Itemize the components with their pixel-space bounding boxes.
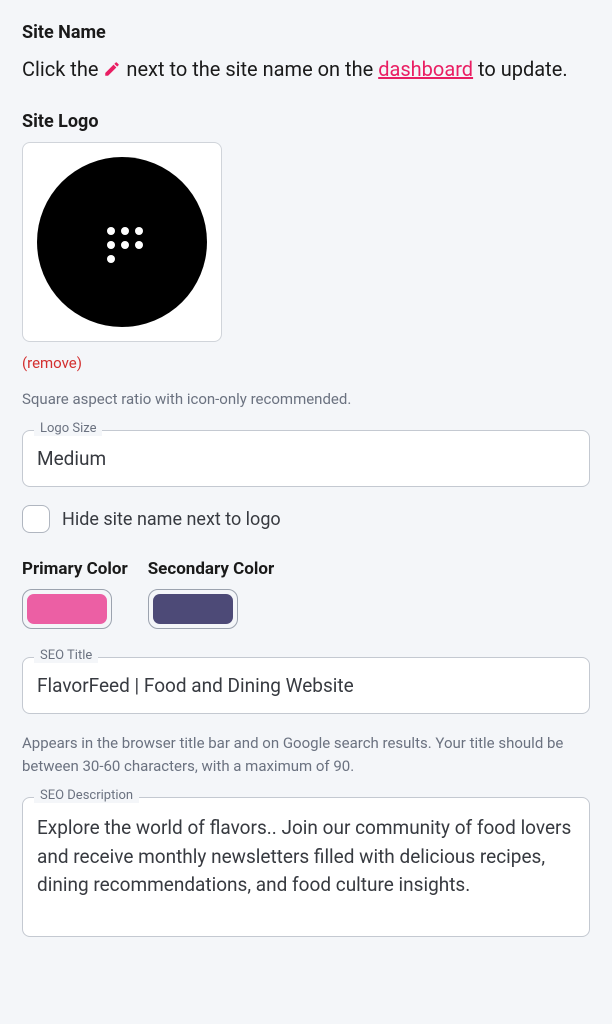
hide-name-row: Hide site name next to logo xyxy=(22,505,590,533)
primary-color-swatch xyxy=(27,594,107,624)
seo-desc-field: SEO Description Explore the world of fla… xyxy=(22,797,590,937)
hide-name-checkbox[interactable] xyxy=(22,505,50,533)
primary-color-label: Primary Color xyxy=(22,559,128,579)
pencil-icon xyxy=(103,55,121,87)
logo-size-label: Logo Size xyxy=(34,421,102,436)
site-name-label: Site Name xyxy=(22,22,590,43)
primary-color-col: Primary Color xyxy=(22,559,128,629)
hide-name-label: Hide site name next to logo xyxy=(62,509,281,530)
secondary-color-swatch xyxy=(153,594,233,624)
secondary-color-label: Secondary Color xyxy=(148,559,275,579)
site-name-help: Click the next to the site name on the d… xyxy=(22,53,590,87)
help-prefix: Click the xyxy=(22,57,103,81)
seo-desc-input[interactable]: Explore the world of flavors.. Join our … xyxy=(22,797,590,937)
logo-help-text: Square aspect ratio with icon-only recom… xyxy=(22,388,590,411)
logo-preview[interactable] xyxy=(22,142,222,342)
seo-title-field: SEO Title xyxy=(22,657,590,714)
seo-title-label: SEO Title xyxy=(34,648,98,663)
primary-color-picker[interactable] xyxy=(22,589,112,629)
seo-desc-label: SEO Description xyxy=(34,788,139,803)
help-suffix: to update. xyxy=(478,57,568,81)
logo-size-select[interactable]: Medium xyxy=(22,430,590,487)
secondary-color-col: Secondary Color xyxy=(148,559,275,629)
logo-image xyxy=(37,157,207,327)
seo-title-help: Appears in the browser title bar and on … xyxy=(22,732,590,777)
seo-title-input[interactable] xyxy=(22,657,590,714)
remove-logo-link[interactable]: (remove) xyxy=(22,354,590,372)
secondary-color-picker[interactable] xyxy=(148,589,238,629)
site-logo-label: Site Logo xyxy=(22,111,590,132)
dashboard-link[interactable]: dashboard xyxy=(378,57,473,81)
help-mid: next to the site name on the xyxy=(126,57,378,81)
logo-size-field: Logo Size Medium xyxy=(22,430,590,487)
color-row: Primary Color Secondary Color xyxy=(22,559,590,629)
